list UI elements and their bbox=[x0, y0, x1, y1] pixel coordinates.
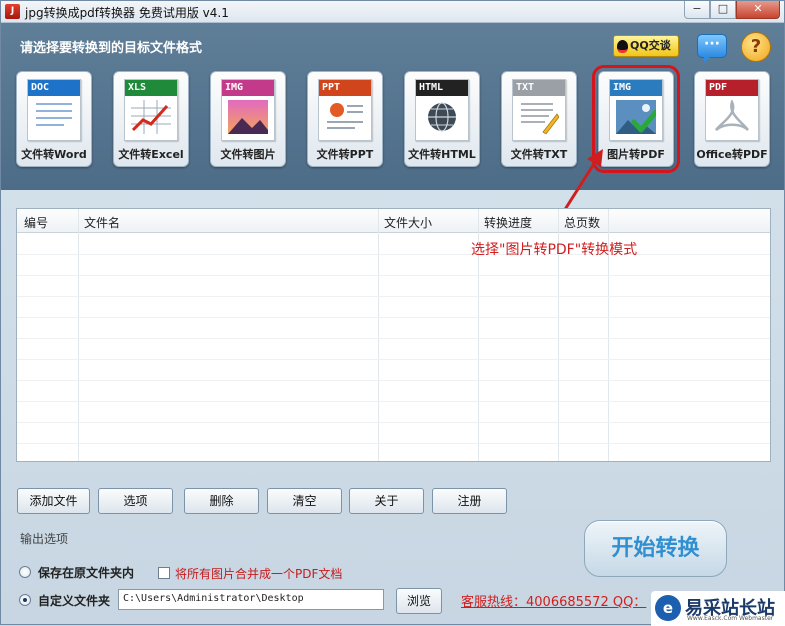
output-path-field[interactable]: C:\Users\Administrator\Desktop bbox=[118, 589, 384, 610]
title-bar: J jpg转换成pdf转换器 免费试用版 v4.1 − □ ✕ bbox=[1, 1, 784, 23]
ppt-file-icon: PPT bbox=[318, 79, 372, 141]
support-hotline[interactable]: 客服热线：4006685572 QQ： bbox=[461, 591, 646, 610]
window-title: jpg转换成pdf转换器 免费试用版 v4.1 bbox=[25, 6, 229, 20]
format-word[interactable]: DOC 文件转Word bbox=[16, 71, 92, 167]
format-html[interactable]: HTML 文件转HTML bbox=[404, 71, 480, 167]
custom-folder-label: 自定义文件夹 bbox=[38, 594, 111, 608]
add-file-button[interactable]: 添加文件 bbox=[17, 488, 90, 514]
delete-button[interactable]: 删除 bbox=[184, 488, 259, 514]
column-header-size[interactable]: 文件大小 bbox=[384, 214, 432, 231]
site-url: Www.Easck.Com Webmaster bbox=[687, 615, 774, 622]
browse-button[interactable]: 浏览 bbox=[396, 588, 442, 614]
column-header-filename[interactable]: 文件名 bbox=[84, 214, 120, 231]
img-pdf-file-icon: IMG bbox=[609, 79, 663, 141]
format-label: 文件转PPT bbox=[316, 148, 374, 161]
qq-chat-button[interactable]: QQ交谈 bbox=[613, 35, 679, 57]
close-button[interactable]: ✕ bbox=[736, 1, 780, 19]
format-label: 文件转图片 bbox=[220, 148, 276, 161]
format-excel[interactable]: XLS 文件转Excel bbox=[113, 71, 189, 167]
format-label: 文件转HTML bbox=[408, 148, 476, 161]
annotation-text: 选择"图片转PDF"转换模式 bbox=[471, 242, 638, 258]
custom-folder-radio[interactable] bbox=[19, 594, 31, 606]
site-logo-icon: e bbox=[655, 595, 681, 621]
output-options-title: 输出选项 bbox=[20, 532, 69, 546]
start-convert-button[interactable]: 开始转换 bbox=[584, 520, 727, 577]
message-bubble-icon[interactable]: ··· bbox=[697, 34, 727, 63]
format-label: 文件转Excel bbox=[118, 148, 184, 161]
maximize-button[interactable]: □ bbox=[710, 1, 736, 19]
format-ppt[interactable]: PPT 文件转PPT bbox=[307, 71, 383, 167]
app-icon: J bbox=[5, 4, 20, 19]
about-button[interactable]: 关于 bbox=[349, 488, 424, 514]
column-header-pages[interactable]: 总页数 bbox=[564, 214, 600, 231]
pdf-file-icon: PDF bbox=[705, 79, 759, 141]
txt-file-icon: TXT bbox=[512, 79, 566, 141]
format-label: Office转PDF bbox=[696, 148, 768, 161]
qq-penguin-icon bbox=[617, 40, 628, 53]
site-watermark: e 易采站长站 Www.Easck.Com Webmaster bbox=[651, 591, 785, 626]
html-file-icon: HTML bbox=[415, 79, 469, 141]
clear-button[interactable]: 清空 bbox=[267, 488, 342, 514]
options-button[interactable]: 选项 bbox=[98, 488, 173, 514]
format-label: 文件转Word bbox=[21, 148, 87, 161]
column-header-index[interactable]: 编号 bbox=[24, 214, 48, 231]
merge-label: 将所有图片合并成一个PDF文档 bbox=[175, 567, 343, 581]
format-office-to-pdf[interactable]: PDF Office转PDF bbox=[694, 71, 770, 167]
panel-heading: 请选择要转换到的目标文件格式 bbox=[20, 41, 203, 56]
app-window: J jpg转换成pdf转换器 免费试用版 v4.1 − □ ✕ 请选择要转换到的… bbox=[0, 0, 785, 626]
column-header-progress[interactable]: 转换进度 bbox=[484, 214, 532, 231]
minimize-button[interactable]: − bbox=[684, 1, 710, 19]
format-image[interactable]: IMG 文件转图片 bbox=[210, 71, 286, 167]
file-table[interactable]: 编号 文件名 文件大小 转换进度 总页数 bbox=[16, 208, 771, 462]
register-button[interactable]: 注册 bbox=[432, 488, 507, 514]
table-header: 编号 文件名 文件大小 转换进度 总页数 bbox=[17, 209, 770, 233]
merge-checkbox[interactable] bbox=[158, 567, 170, 579]
format-panel: 请选择要转换到的目标文件格式 QQ交谈 ··· ? DOC 文件转Word XL… bbox=[1, 23, 784, 190]
help-button[interactable]: ? bbox=[741, 32, 771, 62]
img-file-icon: IMG bbox=[221, 79, 275, 141]
xls-file-icon: XLS bbox=[124, 79, 178, 141]
qq-chat-label: QQ交谈 bbox=[630, 39, 671, 52]
keep-original-radio[interactable] bbox=[19, 566, 31, 578]
doc-file-icon: DOC bbox=[27, 79, 81, 141]
keep-original-label: 保存在原文件夹内 bbox=[38, 566, 135, 580]
